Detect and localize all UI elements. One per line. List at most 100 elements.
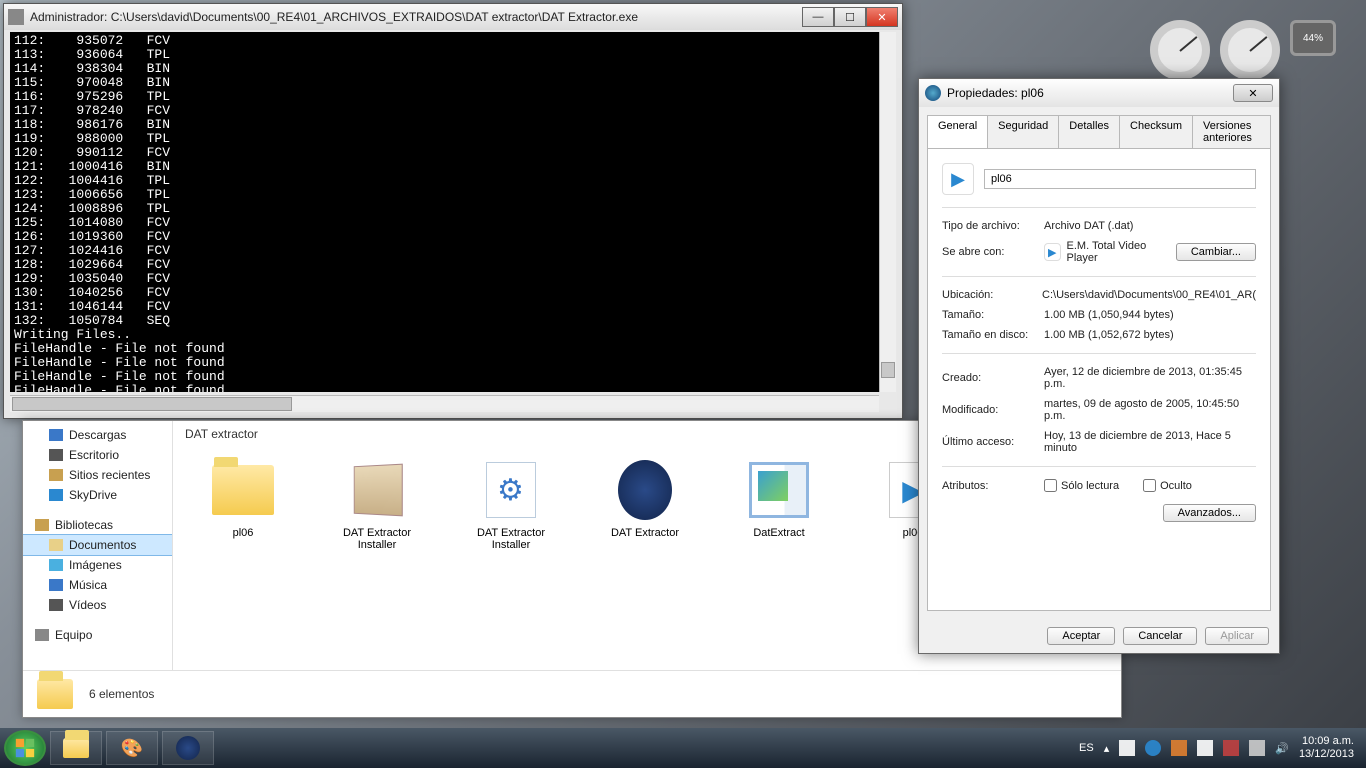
value-accessed: Hoy, 13 de diciembre de 2013, Hace 5 min…	[1044, 430, 1256, 454]
value-opens-with: E.M. Total Video Player	[1067, 240, 1170, 264]
hidden-checkbox[interactable]: Oculto	[1143, 479, 1192, 492]
gauge-widget	[1220, 20, 1280, 80]
dialog-titlebar[interactable]: Propiedades: pl06 ✕	[919, 79, 1279, 107]
value-location: C:\Users\david\Documents\00_RE4\01_AR(	[1042, 289, 1256, 301]
status-text: 6 elementos	[89, 687, 154, 701]
tab-previous-versions[interactable]: Versiones anteriores	[1192, 115, 1271, 148]
value-size: 1.00 MB (1,050,944 bytes)	[1044, 309, 1256, 321]
label-accessed: Último acceso:	[942, 436, 1034, 448]
app-icon	[8, 9, 24, 25]
nav-label: Bibliotecas	[55, 518, 113, 532]
nav-recent[interactable]: Sitios recientes	[23, 465, 172, 485]
vertical-scrollbar[interactable]	[879, 32, 896, 392]
nav-label: Documentos	[69, 538, 136, 552]
clock[interactable]: 10:09 a.m. 13/12/2013	[1299, 735, 1354, 761]
taskbar-item-explorer[interactable]	[50, 731, 102, 765]
checkbox-label: Sólo lectura	[1061, 480, 1119, 492]
tab-strip: General Seguridad Detalles Checksum Vers…	[919, 107, 1279, 148]
folder-icon	[37, 679, 73, 709]
file-item-config[interactable]: DAT Extractor Installer	[461, 457, 561, 551]
maximize-button[interactable]: ☐	[834, 7, 866, 27]
change-button[interactable]: Cambiar...	[1176, 243, 1256, 261]
horizontal-scrollbar[interactable]	[10, 395, 879, 412]
console-window: Administrador: C:\Users\david\Documents\…	[3, 3, 903, 419]
file-item-folder[interactable]: pl06	[193, 457, 293, 539]
apply-button[interactable]: Aplicar	[1205, 627, 1269, 645]
advanced-button[interactable]: Avanzados...	[1163, 504, 1256, 522]
nav-label: Equipo	[55, 628, 92, 642]
flag-icon[interactable]	[1197, 740, 1213, 756]
taskbar-item-paint[interactable]: 🎨	[106, 731, 158, 765]
label-modified: Modificado:	[942, 404, 1034, 416]
nav-computer[interactable]: Equipo	[23, 625, 172, 645]
taskbar: 🎨 ES ▴ 🔊 10:09 a.m. 13/12/2013	[0, 728, 1366, 768]
file-label: pl06	[233, 527, 254, 539]
play-icon: ▶	[1044, 243, 1061, 261]
dialog-buttons: Aceptar Cancelar Aplicar	[919, 619, 1279, 653]
tab-page-general: ▶ Tipo de archivo: Archivo DAT (.dat) Se …	[927, 148, 1271, 611]
close-button[interactable]: ✕	[866, 7, 898, 27]
nav-documents[interactable]: Documentos	[23, 534, 173, 556]
installer-icon	[354, 464, 403, 517]
tab-security[interactable]: Seguridad	[987, 115, 1059, 148]
tab-details[interactable]: Detalles	[1058, 115, 1120, 148]
battery-icon[interactable]	[1223, 740, 1239, 756]
system-tray: ES ▴ 🔊 10:09 a.m. 13/12/2013	[1079, 735, 1362, 761]
nav-images[interactable]: Imágenes	[23, 555, 172, 575]
filename-input[interactable]	[984, 169, 1256, 189]
value-size-on-disk: 1.00 MB (1,052,672 bytes)	[1044, 329, 1256, 341]
play-icon: ▶	[942, 163, 974, 195]
document-icon	[749, 462, 809, 518]
nav-music[interactable]: Música	[23, 575, 172, 595]
cancel-button[interactable]: Cancelar	[1123, 627, 1197, 645]
folder-icon	[63, 738, 89, 758]
nav-skydrive[interactable]: SkyDrive	[23, 485, 172, 505]
nav-videos[interactable]: Vídeos	[23, 595, 172, 615]
file-item-app[interactable]: DAT Extractor	[595, 457, 695, 539]
nav-downloads[interactable]: Descargas	[23, 425, 172, 445]
clock-time: 10:09 a.m.	[1299, 735, 1354, 748]
properties-dialog: Propiedades: pl06 ✕ General Seguridad De…	[918, 78, 1280, 654]
tray-icon[interactable]	[1145, 740, 1161, 756]
clock-date: 13/12/2013	[1299, 748, 1354, 761]
file-label: DAT Extractor Installer	[461, 527, 561, 551]
start-button[interactable]	[4, 730, 46, 766]
label-location: Ubicación:	[942, 289, 1032, 301]
nav-label: SkyDrive	[69, 488, 117, 502]
file-item-installer[interactable]: DAT Extractor Installer	[327, 457, 427, 551]
tab-general[interactable]: General	[927, 115, 988, 148]
close-button[interactable]: ✕	[1233, 84, 1273, 102]
language-indicator[interactable]: ES	[1079, 742, 1094, 754]
volume-icon[interactable]: 🔊	[1275, 742, 1289, 755]
value-modified: martes, 09 de agosto de 2005, 10:45:50 p…	[1044, 398, 1256, 422]
nav-libraries[interactable]: Bibliotecas	[23, 515, 172, 535]
taskbar-item-app[interactable]	[162, 731, 214, 765]
tab-checksum[interactable]: Checksum	[1119, 115, 1193, 148]
badge-icon	[618, 460, 672, 520]
nav-desktop[interactable]: Escritorio	[23, 445, 172, 465]
tray-icon[interactable]	[1171, 740, 1187, 756]
file-item-text[interactable]: DatExtract	[729, 457, 829, 539]
file-label: DAT Extractor	[611, 527, 679, 539]
label-opens-with: Se abre con:	[942, 246, 1034, 258]
palette-icon: 🎨	[121, 738, 143, 759]
file-label: DAT Extractor Installer	[327, 527, 427, 551]
nav-label: Escritorio	[69, 448, 119, 462]
value-created: Ayer, 12 de diciembre de 2013, 01:35:45 …	[1044, 366, 1256, 390]
label-attributes: Atributos:	[942, 480, 1034, 492]
battery-widget: 44%	[1290, 20, 1336, 56]
console-title: Administrador: C:\Users\david\Documents\…	[30, 10, 802, 24]
flag-icon[interactable]	[1119, 740, 1135, 756]
minimize-button[interactable]: —	[802, 7, 834, 27]
console-titlebar[interactable]: Administrador: C:\Users\david\Documents\…	[4, 4, 902, 30]
readonly-checkbox[interactable]: Sólo lectura	[1044, 479, 1119, 492]
label-size-on-disk: Tamaño en disco:	[942, 329, 1034, 341]
dialog-title: Propiedades: pl06	[947, 86, 1044, 100]
network-icon[interactable]	[1249, 740, 1265, 756]
label-filetype: Tipo de archivo:	[942, 220, 1034, 232]
chevron-up-icon[interactable]: ▴	[1104, 742, 1110, 755]
nav-pane: Descargas Escritorio Sitios recientes Sk…	[23, 421, 173, 670]
ok-button[interactable]: Aceptar	[1047, 627, 1115, 645]
gear-icon	[486, 462, 536, 518]
value-filetype: Archivo DAT (.dat)	[1044, 220, 1256, 232]
